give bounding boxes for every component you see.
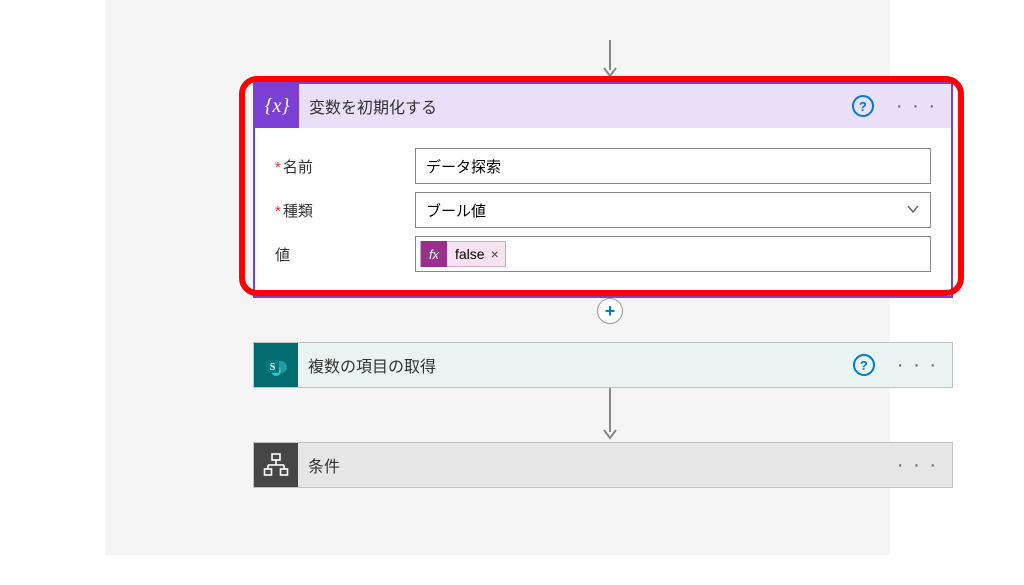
help-icon[interactable]: ? [852,95,874,117]
field-label-value: 値 [275,244,415,265]
card-header[interactable]: S 複数の項目の取得 ? · · · [254,343,952,387]
chevron-down-icon [906,203,920,217]
add-step-button[interactable]: + [597,298,623,324]
value-input[interactable]: fx false × [415,236,931,272]
expression-token[interactable]: fx false × [420,241,506,267]
connector-arrow-in [602,40,618,85]
more-icon[interactable]: · · · [892,101,941,111]
svg-text:S: S [270,362,276,373]
field-label-type: *種類 [275,200,415,221]
field-row-value: 値 fx false × [275,236,931,272]
more-icon[interactable]: · · · [893,460,942,470]
sharepoint-icon: S [254,343,298,387]
field-label-name: *名前 [275,156,415,177]
card-header[interactable]: {x} 変数を初期化する ? · · · [255,84,951,128]
remove-token-icon[interactable]: × [491,246,499,262]
card-title: 複数の項目の取得 [308,353,843,377]
control-card-condition[interactable]: 条件 · · · [253,442,953,488]
help-icon[interactable]: ? [853,354,875,376]
more-icon[interactable]: · · · [893,360,942,370]
variable-icon: {x} [255,84,299,128]
action-card-get-items[interactable]: S 複数の項目の取得 ? · · · [253,342,953,388]
flow-canvas: {x} 変数を初期化する ? · · · *名前 データ探索 *種類 ブール値 … [105,0,890,555]
card-title: 変数を初期化する [309,94,842,118]
action-card-initialize-variable[interactable]: {x} 変数を初期化する ? · · · *名前 データ探索 *種類 ブール値 … [253,82,953,298]
name-input[interactable]: データ探索 [415,148,931,184]
connector-arrow [602,388,618,442]
fx-icon: fx [421,241,447,267]
token-text: false [455,246,485,262]
type-select[interactable]: ブール値 [415,192,931,228]
card-header[interactable]: 条件 · · · [254,443,952,487]
field-row-name: *名前 データ探索 [275,148,931,184]
card-body: *名前 データ探索 *種類 ブール値 値 fx false [255,128,951,296]
field-row-type: *種類 ブール値 [275,192,931,228]
condition-icon [254,443,298,487]
card-title: 条件 [308,453,883,477]
